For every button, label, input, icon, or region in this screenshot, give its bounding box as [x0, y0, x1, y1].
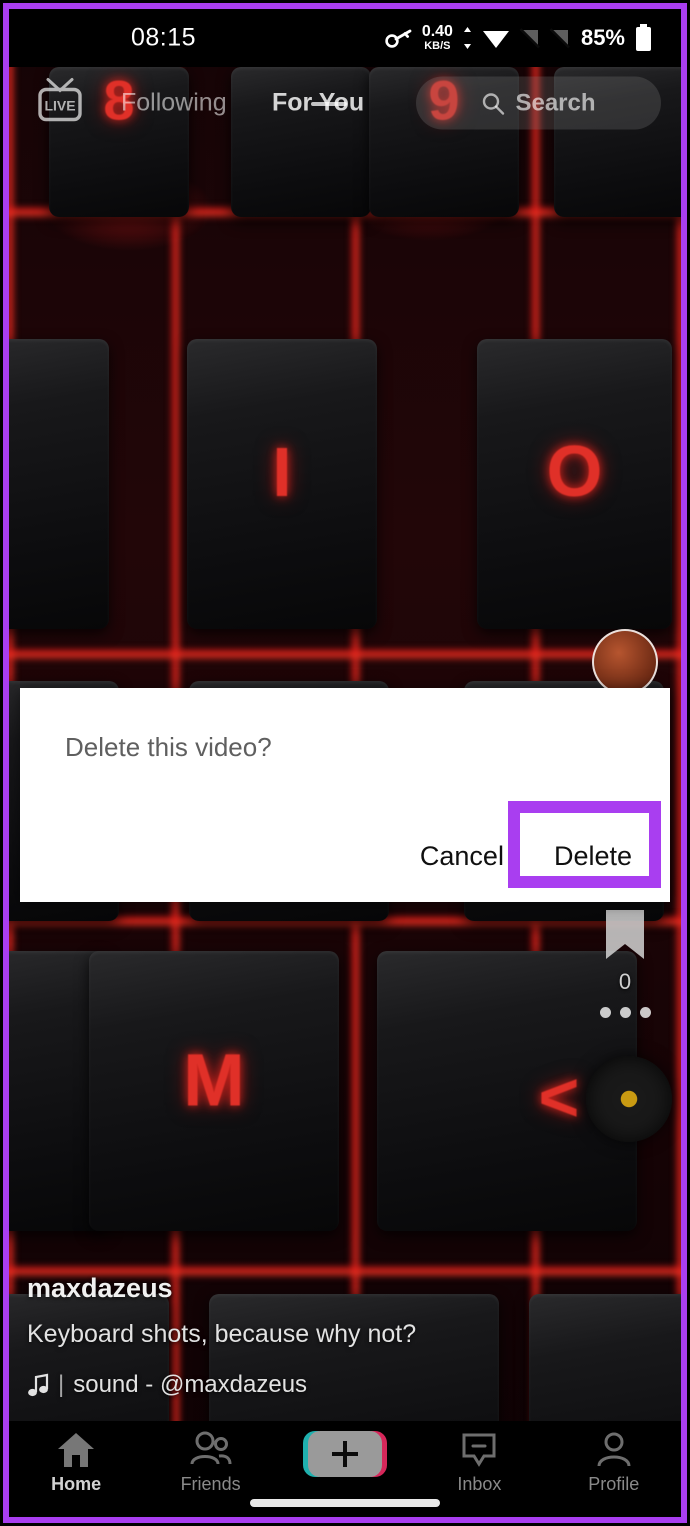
network-speed-unit: KB/S — [424, 40, 451, 52]
create-button[interactable] — [302, 1431, 387, 1477]
sound-label: sound - @maxdazeus — [73, 1371, 308, 1398]
create-plus-icon — [302, 1431, 387, 1477]
nav-label-friends: Friends — [180, 1474, 241, 1494]
sound-disc-button[interactable] — [577, 1030, 673, 1142]
search-icon — [483, 92, 505, 115]
svg-text:LIVE: LIVE — [44, 98, 75, 114]
nav-label-profile: Profile — [588, 1474, 640, 1494]
dialog-actions: Cancel Delete — [402, 831, 650, 882]
active-tab-indicator — [311, 102, 347, 106]
nav-item-profile[interactable]: Profile — [559, 1431, 669, 1495]
creator-avatar-button[interactable] — [577, 629, 673, 695]
video-description: Keyboard shots, because why not? — [27, 1320, 417, 1348]
bookmark-icon — [606, 910, 644, 959]
three-dots-icon — [599, 1007, 651, 1018]
signal-off-icon — [549, 28, 570, 49]
nav-label-inbox: Inbox — [457, 1474, 502, 1494]
live-button[interactable]: LIVE — [34, 76, 86, 131]
search-label: Search — [515, 89, 596, 116]
status-icons: 0.40 KB/S 85% — [385, 24, 653, 52]
share-button[interactable] — [577, 1007, 673, 1018]
battery-icon — [636, 24, 651, 51]
delete-video-dialog: Delete this video? Cancel Delete — [20, 688, 670, 902]
home-icon — [58, 1433, 95, 1467]
sound-link[interactable]: | sound - @maxdazeus — [27, 1371, 482, 1399]
creator-username[interactable]: maxdazeus — [27, 1273, 482, 1304]
bookmark-button[interactable]: 0 — [577, 907, 673, 995]
tab-following[interactable]: Following — [121, 89, 227, 118]
sound-separator: | — [58, 1371, 65, 1398]
phone-screenshot: 8 9 I O M < 08:15 0.40 KB/S 85% LIVE Fol… — [0, 0, 690, 1526]
key-icon — [385, 29, 412, 48]
nav-label-home: Home — [51, 1474, 102, 1494]
nav-item-home[interactable]: Home — [21, 1431, 131, 1495]
nav-item-create[interactable] — [290, 1431, 400, 1482]
profile-icon — [597, 1432, 631, 1467]
cancel-button[interactable]: Cancel — [402, 831, 522, 882]
friends-icon — [190, 1431, 232, 1465]
delete-button[interactable]: Delete — [536, 831, 650, 882]
signal-off-icon — [519, 28, 540, 49]
nav-item-inbox[interactable]: Inbox — [424, 1431, 534, 1495]
dialog-title: Delete this video? — [65, 732, 272, 762]
nav-item-friends[interactable]: Friends — [156, 1431, 266, 1495]
status-time: 08:15 — [131, 23, 197, 52]
wifi-icon — [482, 31, 509, 48]
status-bar: 08:15 0.40 KB/S 85% — [9, 9, 681, 67]
network-speed: 0.40 KB/S — [422, 24, 453, 52]
network-speed-value: 0.40 — [421, 23, 453, 40]
live-tv-icon: LIVE — [38, 78, 82, 122]
bookmark-count: 0 — [618, 969, 632, 994]
phone-screen: 8 9 I O M < 08:15 0.40 KB/S 85% LIVE Fol… — [9, 9, 681, 1517]
search-button[interactable]: Search — [416, 76, 661, 130]
video-caption-block: maxdazeus Keyboard shots, because why no… — [27, 1273, 482, 1399]
bottom-navigation: Home Friends Inbox Profile — [9, 1421, 681, 1517]
music-note-icon — [28, 1373, 49, 1397]
inbox-icon — [462, 1433, 496, 1467]
music-disc-icon — [586, 1056, 672, 1142]
battery-percent: 85% — [580, 25, 625, 50]
home-indicator — [250, 1499, 440, 1507]
avatar — [592, 629, 658, 695]
data-transfer-arrows-icon — [463, 27, 471, 49]
